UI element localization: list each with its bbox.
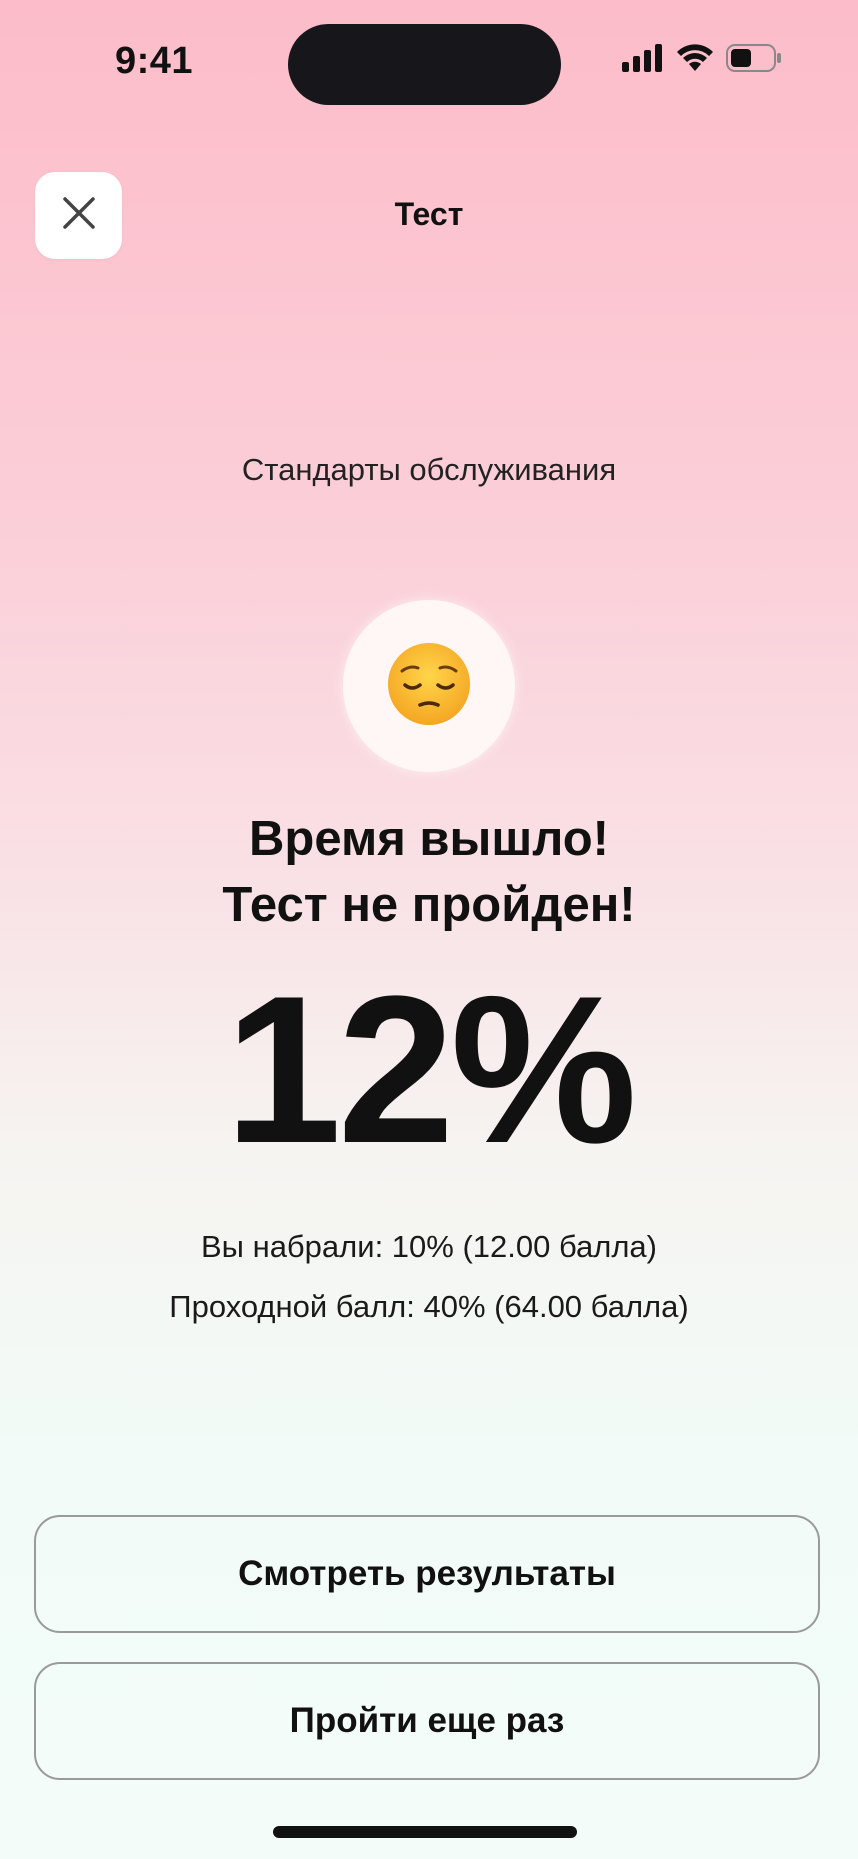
test-subject: Стандарты обслуживания	[241, 452, 617, 487]
score-text: Вы набрали: 10% (12.00 балла)	[201, 1229, 657, 1264]
status-time: 9:41	[115, 40, 194, 82]
cellular-signal-icon	[622, 44, 664, 77]
result-title-line-1: Время вышло!	[249, 812, 609, 866]
status-icons	[622, 44, 782, 77]
result-title: Время вышло! Тест не пройден!	[0, 806, 858, 938]
battery-icon	[726, 44, 782, 77]
page-title: Тест	[394, 196, 464, 232]
dynamic-island	[288, 24, 561, 105]
emoji-badge	[343, 600, 515, 772]
pensive-face-icon	[386, 641, 472, 732]
retry-test-button[interactable]: Пройти еще раз	[34, 1662, 820, 1780]
status-bar: 9:41	[0, 0, 858, 120]
result-title-line-2: Тест не пройден!	[222, 878, 636, 932]
wifi-icon	[676, 44, 714, 77]
passing-score-text: Проходной балл: 40% (64.00 балла)	[169, 1289, 689, 1324]
home-indicator	[273, 1826, 577, 1838]
view-results-button[interactable]: Смотреть результаты	[34, 1515, 820, 1633]
score-percent: 12%	[224, 952, 637, 1187]
